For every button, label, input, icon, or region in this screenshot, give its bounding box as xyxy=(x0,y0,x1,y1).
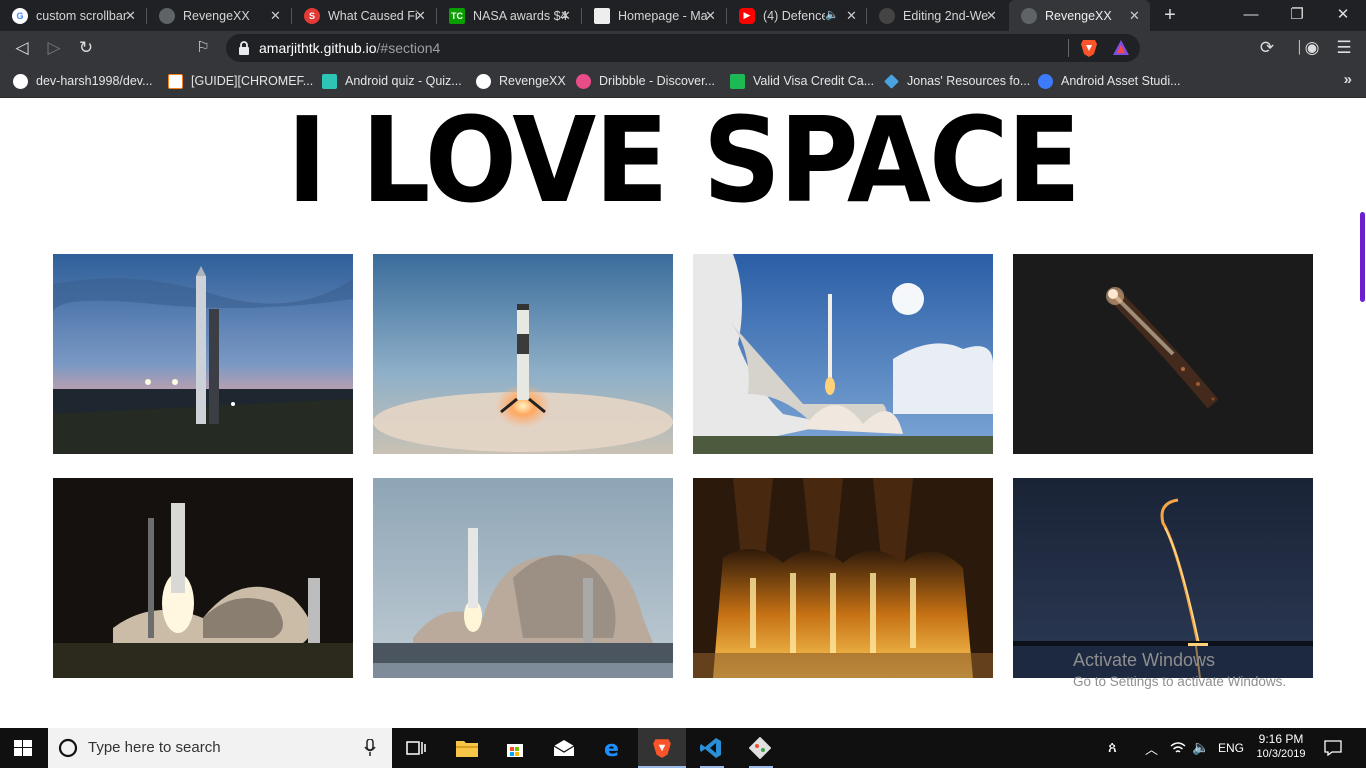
clock[interactable]: 9:16 PM 10/3/2019 xyxy=(1256,732,1306,760)
photo-engines-firing[interactable] xyxy=(693,478,993,678)
github-icon xyxy=(13,73,28,89)
language-indicator[interactable]: ENG xyxy=(1218,741,1244,755)
cortana-icon xyxy=(58,738,78,758)
microsoft-store-icon[interactable] xyxy=(505,738,525,758)
brave-rewards-icon[interactable] xyxy=(1112,39,1130,56)
new-tab-button[interactable]: + xyxy=(1158,4,1182,28)
edge-icon[interactable]: e xyxy=(603,737,625,759)
web-page: I LOVE SPACE Activate Windows Go to Sett… xyxy=(0,99,1366,728)
tab-defence[interactable]: ▶ (4) Defence 🔈 ✕ xyxy=(727,0,867,31)
profile-icon[interactable]: ◉ xyxy=(1301,37,1323,59)
mail-icon[interactable] xyxy=(553,739,575,757)
close-tab-icon[interactable]: ✕ xyxy=(1127,8,1142,23)
url-text: amarjithtk.github.io/#section4 xyxy=(259,40,441,56)
activate-windows-watermark: Activate Windows Go to Settings to activ… xyxy=(1073,650,1287,689)
tab-strip: G custom scrollbar ✕ RevengeXX ✕ S What … xyxy=(0,0,1366,31)
git-kraken-icon[interactable] xyxy=(749,737,771,759)
globe-icon xyxy=(1021,7,1037,24)
browser-toolbar: ◁ ▷ ↻ ⚐ amarjithtk.github.io/#section4 ⟳… xyxy=(0,31,1366,65)
menu-icon[interactable]: ☰ xyxy=(1333,37,1355,59)
site-s-icon: S xyxy=(304,7,320,24)
close-tab-icon[interactable]: ✕ xyxy=(123,8,138,23)
photo-falcon-heavy-day[interactable] xyxy=(373,478,673,678)
file-explorer-icon[interactable] xyxy=(456,739,478,757)
bookmark-item[interactable]: RevengeXX xyxy=(476,72,566,90)
windows-start-icon[interactable] xyxy=(14,740,32,756)
close-tab-icon[interactable]: ✕ xyxy=(413,8,428,23)
close-tab-icon[interactable]: ✕ xyxy=(268,8,283,23)
task-view-icon[interactable] xyxy=(406,739,426,757)
photo-arc-trail[interactable] xyxy=(1013,478,1313,678)
more-bookmarks-icon[interactable]: » xyxy=(1344,71,1352,88)
tab-what-caused[interactable]: S What Caused Fi ✕ xyxy=(292,0,436,31)
notifications-icon[interactable] xyxy=(1324,740,1342,756)
windows-taskbar: Type here to search e ጰ ︿ 🔈 ENG 9:16 PM … xyxy=(0,728,1366,768)
close-tab-icon[interactable]: ✕ xyxy=(558,8,573,23)
page-icon xyxy=(594,7,610,24)
xda-icon xyxy=(168,73,183,89)
close-tab-icon[interactable]: ✕ xyxy=(984,8,999,23)
photo-launch-clouds[interactable] xyxy=(693,254,993,454)
tab-revengexx-1[interactable]: RevengeXX ✕ xyxy=(147,0,291,31)
taskbar-search[interactable]: Type here to search xyxy=(48,728,392,768)
photo-rocket-on-pad[interactable] xyxy=(53,254,353,454)
bookmark-item[interactable]: Android quiz - Quiz... xyxy=(322,72,462,90)
bookmark-item[interactable]: Android Asset Studi... xyxy=(1038,72,1181,90)
bookmark-icon[interactable]: ⚐ xyxy=(192,37,214,59)
brave-shield-icon[interactable] xyxy=(1080,38,1098,58)
reload-icon[interactable]: ↻ xyxy=(75,37,97,59)
hourglass-icon xyxy=(322,73,337,89)
microphone-icon[interactable] xyxy=(364,739,376,757)
brave-taskbar-button[interactable] xyxy=(638,728,686,768)
bookmark-item[interactable]: [GUIDE][CHROMEF... xyxy=(168,72,313,90)
restore-button[interactable]: ❐ xyxy=(1274,0,1320,31)
github-icon xyxy=(879,7,895,24)
diamond-icon xyxy=(884,73,899,89)
globe-icon xyxy=(159,7,175,24)
tab-revengexx-active[interactable]: RevengeXX ✕ xyxy=(1009,0,1150,31)
card-icon xyxy=(730,73,745,89)
photo-booster-landing[interactable] xyxy=(373,254,673,454)
photo-falcon-heavy-night[interactable] xyxy=(53,478,353,678)
bookmark-item[interactable]: Jonas' Resources fo... xyxy=(884,72,1030,90)
close-tab-icon[interactable]: ✕ xyxy=(703,8,718,23)
show-hidden-icons-icon[interactable]: ︿ xyxy=(1145,739,1158,758)
tab-nasa-awards[interactable]: TC NASA awards $4 ✕ xyxy=(437,0,581,31)
svg-text:e: e xyxy=(604,737,619,759)
tab-homepage[interactable]: Homepage - Ma ✕ xyxy=(582,0,726,31)
asset-studio-icon xyxy=(1038,73,1053,89)
brave-icon xyxy=(653,739,671,758)
lock-icon xyxy=(239,41,249,55)
bookmark-item[interactable]: dev-harsh1998/dev... xyxy=(13,72,153,90)
sync-icon[interactable]: ⟳ xyxy=(1256,37,1278,59)
speaker-icon[interactable]: 🔈 xyxy=(825,8,839,21)
google-icon: G xyxy=(12,7,28,24)
dribbble-icon xyxy=(576,73,591,89)
back-icon[interactable]: ◁ xyxy=(11,37,33,59)
bookmark-item[interactable]: Valid Visa Credit Ca... xyxy=(730,72,874,90)
tab-editing[interactable]: Editing 2nd-We ✕ xyxy=(867,0,1007,31)
bookmarks-bar: dev-harsh1998/dev... [GUIDE][CHROMEF... … xyxy=(0,65,1366,98)
photo-night-streak[interactable] xyxy=(1013,254,1313,454)
people-icon[interactable]: ጰ xyxy=(1108,739,1117,756)
close-tab-icon[interactable]: ✕ xyxy=(844,8,859,23)
scroll-indicator[interactable] xyxy=(1360,212,1365,302)
vscode-icon[interactable] xyxy=(700,737,722,759)
volume-icon[interactable]: 🔈 xyxy=(1192,739,1209,756)
bookmark-item[interactable]: Dribbble - Discover... xyxy=(576,72,715,90)
tab-custom-scrollbar[interactable]: G custom scrollbar ✕ xyxy=(0,0,146,31)
github-icon xyxy=(476,73,491,89)
minimize-button[interactable]: — xyxy=(1228,0,1274,31)
close-window-button[interactable]: ✕ xyxy=(1320,0,1366,31)
address-bar[interactable]: amarjithtk.github.io/#section4 xyxy=(226,34,1140,62)
youtube-icon: ▶ xyxy=(739,7,755,24)
forward-icon[interactable]: ▷ xyxy=(43,37,65,59)
wifi-icon[interactable] xyxy=(1170,741,1186,755)
techcrunch-icon: TC xyxy=(449,7,465,24)
page-title: I LOVE SPACE xyxy=(286,99,1081,229)
